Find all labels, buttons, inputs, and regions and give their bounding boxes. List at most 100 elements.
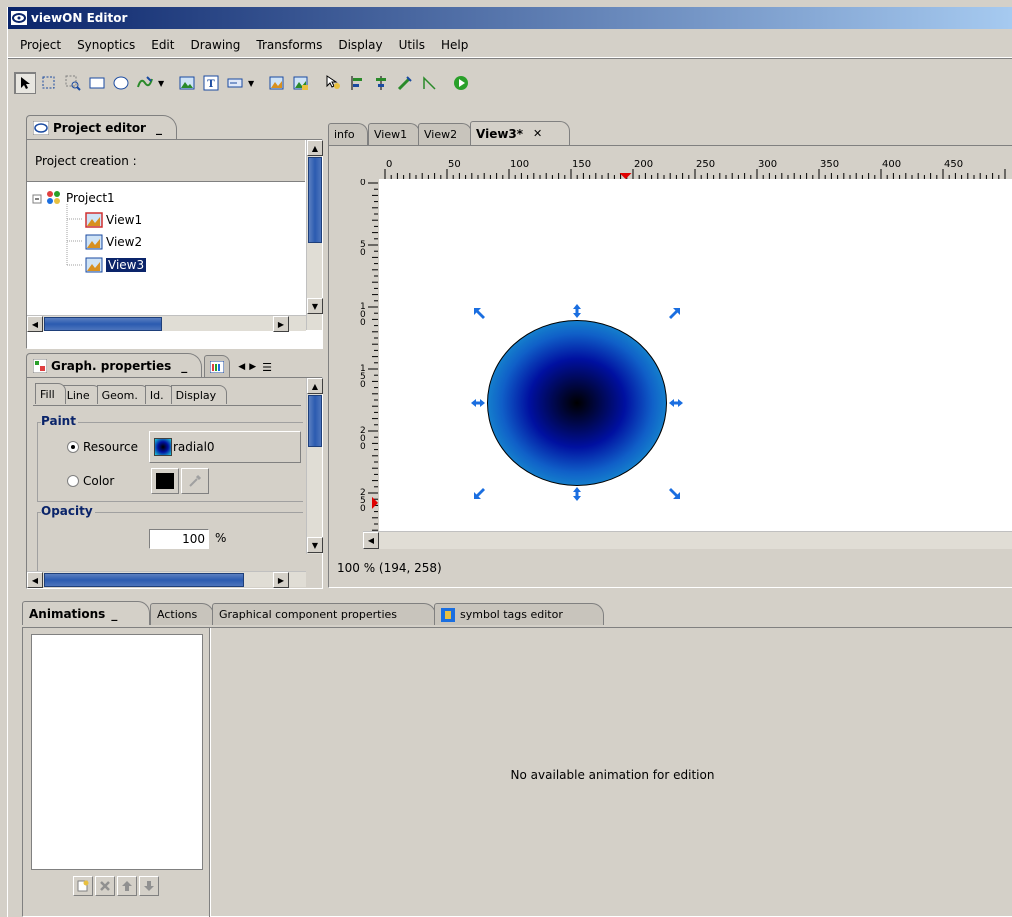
eyedropper-button[interactable] — [181, 468, 209, 494]
editor-tab-view3[interactable]: View3* ✕ — [470, 121, 570, 145]
text-icon: T — [203, 75, 219, 91]
graph-properties-vscroll[interactable]: ▲ ▼ — [306, 378, 323, 554]
color-swatch-button[interactable] — [151, 468, 179, 494]
pointer-action-button[interactable] — [322, 72, 344, 94]
editor-tab-info[interactable]: info — [328, 123, 368, 145]
project-editor-minimize[interactable]: _ — [156, 121, 162, 135]
subtab-fill[interactable]: Fill — [35, 383, 66, 404]
color-radio[interactable] — [67, 475, 79, 487]
rectangle-tool-button[interactable] — [86, 72, 108, 94]
pen-tool-button[interactable] — [134, 72, 156, 94]
resource-selector[interactable]: radial0 — [149, 431, 301, 463]
ellipse-tool-button[interactable] — [110, 72, 132, 94]
resize-handle-sw-icon[interactable] — [473, 486, 487, 500]
component-dropdown[interactable]: ▼ — [248, 72, 256, 94]
tab-actions[interactable]: Actions — [150, 603, 214, 625]
tab-symbol-tags-editor[interactable]: symbol tags editor — [434, 603, 604, 625]
scroll-left-button[interactable]: ◀ — [27, 572, 43, 588]
project-editor-hscroll[interactable]: ◀ ▶ — [27, 315, 306, 332]
menu-project[interactable]: Project — [12, 36, 69, 54]
scroll-thumb[interactable] — [44, 573, 244, 587]
resize-handle-ne-icon[interactable] — [667, 307, 681, 321]
subtab-geom[interactable]: Geom. — [96, 385, 149, 404]
ellipse-icon — [113, 76, 129, 90]
scroll-down-button[interactable]: ▼ — [307, 537, 323, 553]
run-button[interactable] — [450, 72, 472, 94]
project-editor-tab[interactable]: Project editor _ — [26, 115, 177, 139]
new-animation-button[interactable] — [73, 876, 93, 896]
secondary-panel-tab[interactable] — [204, 355, 231, 377]
scroll-thumb[interactable] — [44, 317, 162, 331]
edit-path-button[interactable] — [394, 72, 416, 94]
tree-view3-node[interactable]: View3 — [85, 257, 147, 273]
project-editor-vscroll[interactable]: ▲ ▼ — [306, 140, 323, 330]
editor-tab-view1[interactable]: View1 — [368, 123, 420, 145]
arrow-down-icon — [144, 881, 154, 891]
tab-scroll-right[interactable]: ▶ — [249, 357, 256, 377]
text-tool-button[interactable]: T — [200, 72, 222, 94]
ruler-label: 450 — [944, 159, 963, 170]
scroll-right-button[interactable]: ▶ — [273, 316, 289, 332]
editor-tab-view2[interactable]: View2 — [418, 123, 472, 145]
tab-scroll-left[interactable]: ◀ — [238, 357, 245, 377]
resize-handle-nw-icon[interactable] — [473, 307, 487, 321]
menu-display[interactable]: Display — [330, 36, 390, 54]
tab-graphical-component-properties[interactable]: Graphical component properties — [212, 603, 436, 625]
move-up-button[interactable] — [117, 876, 137, 896]
distribute-button[interactable] — [370, 72, 392, 94]
select-tool-button[interactable] — [14, 72, 36, 94]
opacity-input[interactable]: 100 — [149, 529, 209, 549]
tab-list-dropdown[interactable]: ☰ — [262, 357, 272, 377]
cursor-arrow-icon — [21, 77, 30, 89]
menu-synoptics[interactable]: Synoptics — [69, 36, 143, 54]
ruler-label: 100 — [510, 159, 529, 170]
close-tab-icon[interactable]: ✕ — [533, 127, 542, 140]
component-tool-button[interactable] — [224, 72, 246, 94]
line-tool-button[interactable] — [418, 72, 440, 94]
menu-drawing[interactable]: Drawing — [182, 36, 248, 54]
pen-dropdown[interactable]: ▼ — [158, 72, 166, 94]
subtab-display[interactable]: Display — [170, 385, 228, 404]
graph-properties-tab[interactable]: Graph. properties _ — [26, 353, 203, 377]
component-icon — [227, 78, 243, 88]
tree-view2-node[interactable]: View2 — [85, 234, 142, 250]
image-tool-button[interactable] — [176, 72, 198, 94]
delete-animation-button[interactable] — [95, 876, 115, 896]
menu-edit[interactable]: Edit — [143, 36, 182, 54]
scroll-left-button[interactable]: ◀ — [27, 316, 43, 332]
radial-gradient-circle[interactable] — [487, 320, 667, 486]
move-down-button[interactable] — [139, 876, 159, 896]
graph-properties-subtabs: Fill Line Geom. Id. Display — [35, 383, 228, 404]
resize-handle-n-icon[interactable] — [570, 304, 584, 318]
menu-transforms[interactable]: Transforms — [248, 36, 330, 54]
marquee-tool-button[interactable] — [38, 72, 60, 94]
scroll-thumb[interactable] — [308, 395, 322, 447]
tree-view1-node[interactable]: View1 — [85, 212, 142, 228]
scroll-left-button[interactable]: ◀ — [363, 532, 379, 549]
resize-handle-s-icon[interactable] — [570, 487, 584, 501]
resize-handle-se-icon[interactable] — [667, 486, 681, 500]
scroll-up-button[interactable]: ▲ — [307, 140, 323, 156]
scroll-thumb[interactable] — [308, 157, 322, 243]
canvas-hscroll[interactable]: ◀ — [363, 531, 1012, 549]
scroll-up-button[interactable]: ▲ — [307, 378, 323, 394]
view-link-button[interactable] — [266, 72, 288, 94]
scroll-right-button[interactable]: ▶ — [273, 572, 289, 588]
graph-properties-hscroll[interactable]: ◀ ▶ — [27, 571, 306, 588]
zoom-tool-button[interactable] — [62, 72, 84, 94]
resize-handle-e-icon[interactable] — [669, 396, 683, 410]
view-image-button[interactable] — [290, 72, 312, 94]
resource-radio[interactable] — [67, 441, 79, 453]
align-left-button[interactable] — [346, 72, 368, 94]
drawing-canvas[interactable] — [379, 179, 1012, 531]
tab-animations[interactable]: Animations _ — [22, 601, 150, 625]
graph-properties-minimize[interactable]: _ — [181, 359, 187, 373]
tree-project-node[interactable]: Project1 — [45, 190, 115, 206]
menu-utils[interactable]: Utils — [391, 36, 433, 54]
resize-handle-w-icon[interactable] — [471, 396, 485, 410]
menu-help[interactable]: Help — [433, 36, 476, 54]
animation-list[interactable] — [31, 634, 203, 870]
animations-minimize[interactable]: _ — [111, 607, 117, 621]
scroll-down-button[interactable]: ▼ — [307, 298, 323, 314]
subtab-line[interactable]: Line — [61, 385, 101, 404]
